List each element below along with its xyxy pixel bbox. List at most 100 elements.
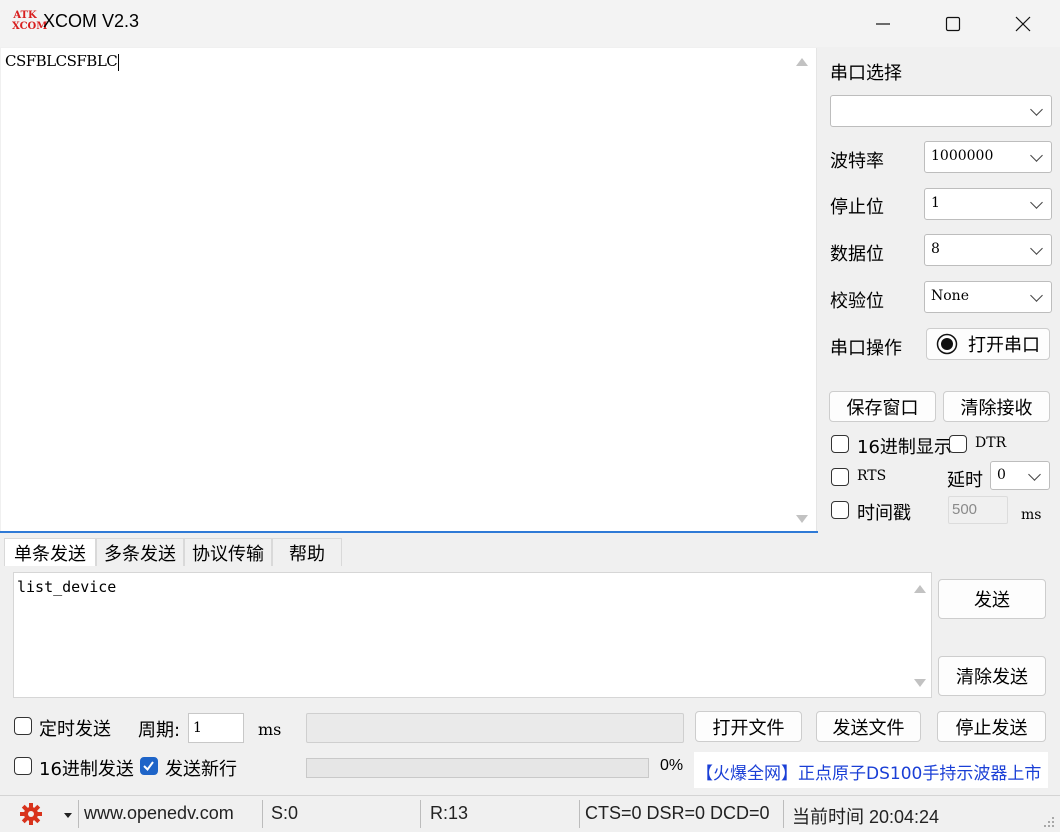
data-bits-select[interactable]: 8 xyxy=(924,234,1052,266)
send-label: 发送 xyxy=(974,590,1010,611)
status-time: 当前时间 20:04:24 xyxy=(792,807,940,827)
ad-link[interactable]: 【火爆全网】正点原子DS100手持示波器上市 xyxy=(696,759,1041,784)
timestamp-label: 时间戳 xyxy=(857,503,911,524)
data-bits-label: 数据位 xyxy=(830,244,884,265)
status-sent-count: S:0 xyxy=(271,803,299,823)
scroll-up-icon[interactable] xyxy=(914,585,926,593)
scroll-down-icon[interactable] xyxy=(796,515,808,523)
close-button[interactable] xyxy=(988,0,1058,47)
timestamp-interval-input[interactable]: 500 xyxy=(948,496,1008,524)
receive-textarea[interactable]: CSFBLCSFBLC xyxy=(1,48,817,531)
resize-grip-icon[interactable] xyxy=(1042,814,1056,832)
scroll-down-icon[interactable] xyxy=(914,679,926,687)
stop-send-label: 停止发送 xyxy=(955,717,1028,739)
checkmark-icon xyxy=(143,761,154,772)
dtr-checkbox[interactable] xyxy=(949,435,967,453)
send-scrollbar[interactable] xyxy=(909,573,931,697)
clear-receive-label: 清除接收 xyxy=(960,397,1033,419)
rts-label: RTS xyxy=(857,468,887,484)
period-value: 1 xyxy=(193,720,202,736)
stop-bits-label: 停止位 xyxy=(830,197,884,218)
status-divider xyxy=(579,800,580,828)
status-received-count: R:13 xyxy=(430,803,469,823)
minimize-icon xyxy=(876,22,890,25)
send-textarea[interactable]: list_device xyxy=(13,572,932,698)
maximize-icon xyxy=(945,16,961,31)
rts-checkbox[interactable] xyxy=(831,468,849,486)
status-divider xyxy=(420,800,421,828)
status-website[interactable]: www.openedv.com xyxy=(84,803,234,824)
app-icon: ATK XCOM xyxy=(12,10,48,34)
tab-label: 多条发送 xyxy=(104,543,176,565)
tab-help[interactable]: 帮助 xyxy=(272,538,342,566)
close-icon xyxy=(1015,16,1031,31)
port-select[interactable] xyxy=(830,95,1052,127)
send-file-button[interactable]: 发送文件 xyxy=(816,711,921,742)
status-divider xyxy=(783,800,784,828)
hex-send-label: 16进制发送 xyxy=(39,759,134,780)
save-window-button[interactable]: 保存窗口 xyxy=(829,391,936,422)
open-file-label: 打开文件 xyxy=(712,717,785,739)
stop-bits-select[interactable]: 1 xyxy=(924,188,1052,220)
stop-send-button[interactable]: 停止发送 xyxy=(937,711,1046,742)
hex-send-checkbox[interactable] xyxy=(14,757,32,775)
send-file-label: 发送文件 xyxy=(832,717,905,739)
delay-select[interactable]: 0 xyxy=(990,461,1050,490)
clear-receive-button[interactable]: 清除接收 xyxy=(943,391,1050,422)
send-newline-checkbox[interactable] xyxy=(140,757,158,775)
scroll-up-icon[interactable] xyxy=(796,58,808,66)
receive-scrollbar[interactable] xyxy=(792,48,812,531)
tab-protocol[interactable]: 协议传输 xyxy=(184,538,272,566)
dropdown-arrow-icon[interactable] xyxy=(64,813,72,818)
app-icon-text-top: ATK xyxy=(13,10,37,21)
maximize-button[interactable] xyxy=(918,0,988,47)
app-icon-text-bottom: XCOM xyxy=(12,21,48,32)
tab-label: 协议传输 xyxy=(192,543,264,565)
open-port-label: 打开串口 xyxy=(968,335,1040,356)
dtr-label: DTR xyxy=(975,435,1007,451)
tab-multi-send[interactable]: 多条发送 xyxy=(96,538,184,566)
data-bits-value: 8 xyxy=(931,241,940,257)
status-divider xyxy=(262,800,263,828)
chevron-down-icon xyxy=(1030,289,1043,302)
tab-label: 帮助 xyxy=(289,543,325,565)
tab-divider xyxy=(0,531,818,533)
save-window-label: 保存窗口 xyxy=(846,397,919,419)
status-divider xyxy=(78,800,79,828)
status-signals: CTS=0 DSR=0 DCD=0 xyxy=(585,803,770,823)
timed-send-checkbox[interactable] xyxy=(14,717,32,735)
delay-value: 0 xyxy=(997,467,1006,483)
chevron-down-icon xyxy=(1030,103,1043,116)
settings-button[interactable] xyxy=(18,801,46,832)
open-file-button[interactable]: 打开文件 xyxy=(695,711,802,742)
chevron-down-icon xyxy=(1030,196,1043,209)
grip-dots-icon xyxy=(1044,817,1054,827)
send-button[interactable]: 发送 xyxy=(938,579,1046,619)
file-path-field xyxy=(306,713,684,743)
minimize-button[interactable] xyxy=(848,0,918,47)
chevron-down-icon xyxy=(1030,149,1043,162)
timestamp-checkbox[interactable] xyxy=(831,501,849,519)
chevron-down-icon xyxy=(1030,242,1043,255)
timestamp-interval-value: 500 xyxy=(952,501,978,518)
ad-banner[interactable]: 【火爆全网】正点原子DS100手持示波器上市 xyxy=(694,752,1048,788)
period-input[interactable]: 1 xyxy=(188,713,244,743)
progress-percent: 0% xyxy=(660,757,684,774)
clear-send-button[interactable]: 清除发送 xyxy=(938,656,1046,696)
delay-label: 延时 xyxy=(947,470,983,491)
hex-display-label: 16进制显示 xyxy=(857,437,952,458)
tab-single-send[interactable]: 单条发送 xyxy=(4,538,96,566)
clear-send-label: 清除发送 xyxy=(956,667,1028,688)
hex-display-checkbox[interactable] xyxy=(831,435,849,453)
open-port-button[interactable]: 打开串口 xyxy=(926,328,1050,360)
baud-rate-select[interactable]: 1000000 xyxy=(924,141,1052,173)
period-unit: ms xyxy=(258,720,282,739)
parity-select[interactable]: None xyxy=(924,281,1052,313)
baud-rate-label: 波特率 xyxy=(830,151,884,172)
period-label: 周期: xyxy=(138,720,181,741)
port-status-icon xyxy=(936,333,958,355)
timestamp-unit: ms xyxy=(1021,507,1042,523)
parity-label: 校验位 xyxy=(830,291,884,312)
timed-send-label: 定时发送 xyxy=(39,719,111,740)
baud-rate-value: 1000000 xyxy=(931,148,994,164)
